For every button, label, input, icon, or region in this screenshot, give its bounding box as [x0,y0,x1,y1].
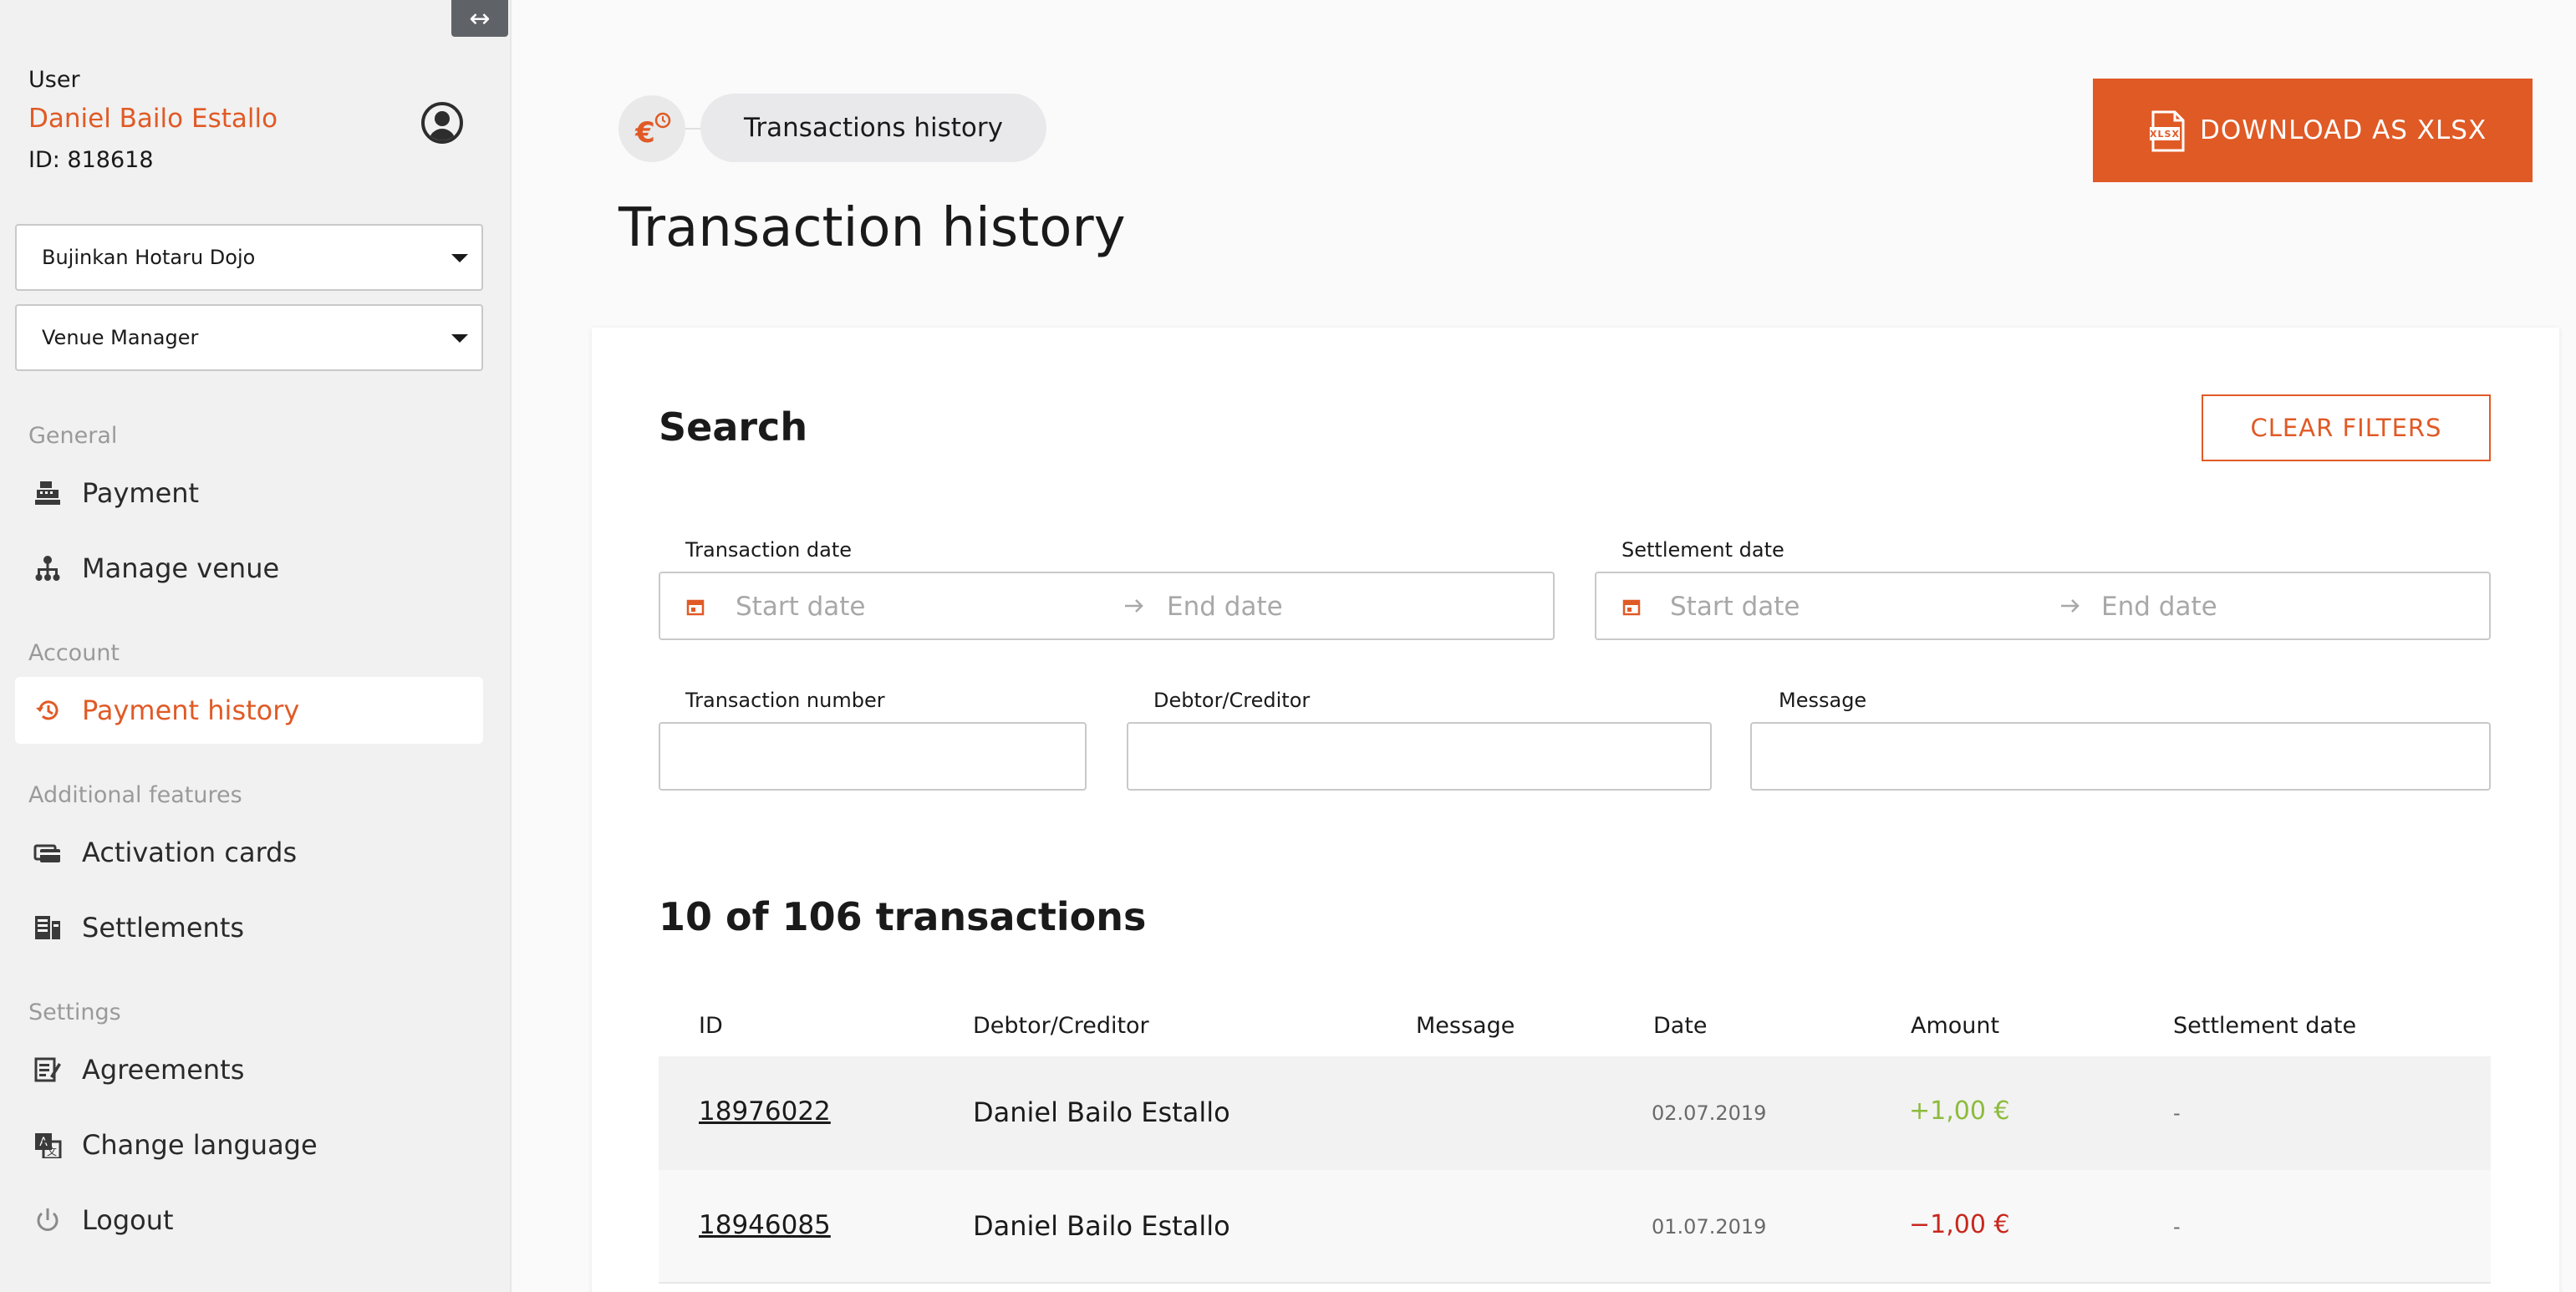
message-label: Message [1779,689,1867,712]
nav-section-general: General [28,423,118,449]
download-xlsx-button[interactable]: XLSX DOWNLOAD AS XLSX [2093,79,2533,182]
breadcrumb[interactable]: Transactions history [700,94,1046,162]
sidebar-item-label: Logout [82,1204,174,1236]
amount-cell: +1,00 € [1909,1096,2010,1126]
transaction-date-range[interactable]: Start date End date [659,572,1555,640]
debtor-creditor-label: Debtor/Creditor [1153,689,1311,712]
history-icon [36,700,59,720]
arrow-right-icon [2061,599,2080,613]
settlement-date-label: Settlement date [1621,538,1784,562]
venue-select-value: Bujinkan Hotaru Dojo [42,246,256,269]
user-caption: User [28,67,80,93]
table-row: 18976022 Daniel Bailo Estallo 02.07.2019… [659,1056,2491,1170]
svg-text:€: € [634,116,655,150]
settlement-end-date-input[interactable]: End date [2101,592,2217,622]
clear-filters-button[interactable]: CLEAR FILTERS [2202,394,2491,461]
nav-section-additional: Additional features [28,782,242,808]
sidebar-item-agreements[interactable]: Agreements [15,1036,483,1103]
sidebar-item-settlements[interactable]: Settlements [15,894,483,961]
clear-filters-label: CLEAR FILTERS [2250,414,2442,442]
expand-arrows-icon: ↔ [469,3,491,33]
transaction-id-link[interactable]: 18976022 [699,1096,831,1127]
transaction-number-label: Transaction number [685,689,885,712]
sidebar-item-payment-history[interactable]: Payment history [15,677,483,744]
chevron-down-icon [451,254,468,262]
breadcrumb-connector [685,128,702,130]
sidebar-item-label: Agreements [82,1054,245,1086]
role-select-value: Venue Manager [42,326,199,349]
column-header-message[interactable]: Message [1416,1013,1515,1039]
avatar-icon[interactable] [421,102,463,144]
column-header-amount[interactable]: Amount [1911,1013,1999,1039]
column-header-date[interactable]: Date [1653,1013,1708,1039]
column-header-id[interactable]: ID [699,1013,723,1039]
svg-text:XLSX: XLSX [2150,129,2180,140]
power-icon [37,1208,59,1231]
user-name[interactable]: Daniel Bailo Estallo [28,104,277,134]
cards-icon [33,844,60,862]
cash-register-icon [35,481,60,505]
settlement-cell: - [2173,1101,2181,1125]
collapse-sidebar-button[interactable]: ↔ [451,0,508,37]
role-select[interactable]: Venue Manager [15,304,483,371]
nav-section-settings: Settings [28,1000,121,1025]
euro-history-icon: € [619,95,685,162]
transaction-start-date-input[interactable]: Start date [736,592,865,622]
date-cell: 01.07.2019 [1652,1215,1767,1239]
settlements-icon [35,916,60,939]
message-input[interactable] [1750,722,2491,791]
sidebar-item-label: Payment [82,477,200,509]
transaction-end-date-input[interactable]: End date [1167,592,1283,622]
sidebar-item-logout[interactable]: Logout [15,1187,483,1254]
sidebar: ↔ User Daniel Bailo Estallo ID: 818618 B… [0,0,512,1292]
arrow-right-icon [1125,599,1143,613]
settlement-cell: - [2173,1215,2181,1239]
document-edit-icon [34,1057,61,1082]
amount-cell: −1,00 € [1909,1210,2010,1239]
results-count: 10 of 106 transactions [659,894,1147,939]
search-title: Search [659,404,808,450]
sidebar-item-label: Activation cards [82,837,298,868]
transaction-id-link[interactable]: 18946085 [699,1210,831,1240]
sidebar-item-label: Manage venue [82,552,280,584]
date-cell: 02.07.2019 [1652,1101,1767,1125]
transaction-number-input[interactable] [659,722,1087,791]
svg-text:文: 文 [47,1145,57,1157]
venue-select[interactable]: Bujinkan Hotaru Dojo [15,224,483,291]
nav-section-account: Account [28,640,120,666]
sidebar-item-label: Change language [82,1129,318,1161]
download-button-label: DOWNLOAD AS XLSX [2200,115,2487,145]
debtor-cell: Daniel Bailo Estallo [973,1210,1230,1242]
column-header-debtor[interactable]: Debtor/Creditor [973,1013,1149,1039]
calendar-icon [1622,599,1641,616]
sidebar-item-manage-venue[interactable]: Manage venue [15,535,483,602]
hierarchy-icon [35,556,60,581]
sidebar-item-payment[interactable]: Payment [15,460,483,526]
transactions-card: Search CLEAR FILTERS Transaction date St… [592,328,2559,1292]
page-title: Transaction history [619,197,1126,259]
table-row: 18946085 Daniel Bailo Estallo 01.07.2019… [659,1170,2491,1284]
transaction-date-label: Transaction date [685,538,853,562]
breadcrumb-label: Transactions history [744,113,1003,143]
sidebar-item-label: Payment history [82,694,300,726]
xlsx-file-icon: XLSX [2150,110,2185,152]
chevron-down-icon [451,334,468,343]
sidebar-item-activation-cards[interactable]: Activation cards [15,819,483,886]
debtor-cell: Daniel Bailo Estallo [973,1096,1230,1128]
sidebar-item-label: Settlements [82,912,245,944]
sidebar-item-change-language[interactable]: A 文 Change language [15,1111,483,1178]
calendar-icon [686,599,705,616]
user-id: ID: 818618 [28,147,154,173]
settlement-date-range[interactable]: Start date End date [1595,572,2491,640]
translate-icon: A 文 [35,1133,62,1158]
debtor-creditor-input[interactable] [1127,722,1712,791]
column-header-settlement-date[interactable]: Settlement date [2173,1013,2356,1039]
settlement-start-date-input[interactable]: Start date [1670,592,1800,622]
